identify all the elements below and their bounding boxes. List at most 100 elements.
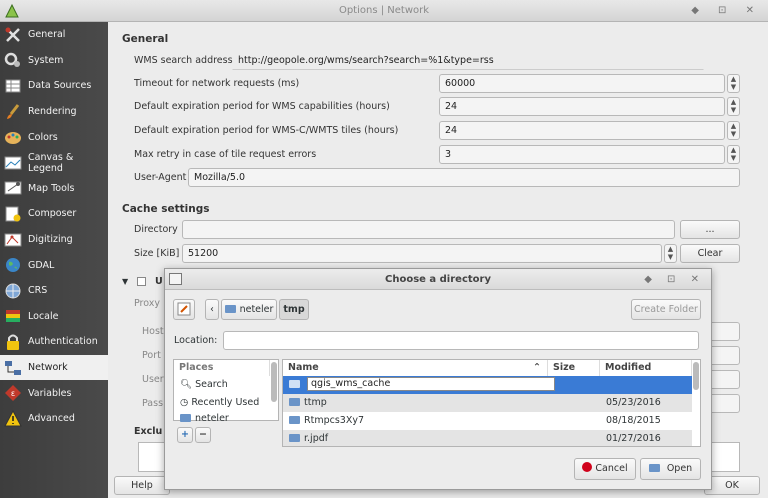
sidebar-item-label: Composer (28, 208, 77, 220)
tools-icon (5, 27, 20, 42)
sidebar-item-label: Variables (28, 387, 72, 399)
sidebar-item-rendering[interactable]: Rendering (0, 99, 108, 125)
sidebar-item-general[interactable]: General (0, 22, 108, 48)
wms-expiration-spinner[interactable]: ▲ ▼ (727, 97, 740, 116)
column-name[interactable]: Name ⌃ (283, 360, 548, 376)
cache-size-spinner[interactable]: ▲ ▼ (664, 244, 677, 263)
open-folder-icon (648, 464, 660, 472)
wmts-expiration-spinner[interactable]: ▲ ▼ (727, 121, 740, 140)
use-proxy-checkbox[interactable] (137, 277, 146, 286)
places-scrollbar[interactable] (271, 362, 277, 402)
folder-icon (289, 398, 300, 406)
digitizing-icon (4, 233, 22, 247)
timeout-spinner[interactable]: ▲ ▼ (727, 74, 740, 93)
map-tools-icon (4, 181, 22, 195)
dialog-title: Choose a directory (385, 274, 491, 285)
help-button[interactable]: Help (114, 476, 170, 495)
type-location-button[interactable] (173, 299, 195, 320)
new-folder-name-input[interactable]: qgis_wms_cache (307, 377, 556, 391)
sidebar-item-system[interactable]: System (0, 48, 108, 74)
place-search[interactable]: 🔍︎ Search (174, 376, 270, 394)
sort-chevron-icon: ⌃ (533, 362, 541, 373)
sidebar-item-label: Data Sources (28, 80, 92, 92)
folder-icon (289, 416, 300, 424)
column-size[interactable]: Size (548, 360, 600, 376)
dialog-window-controls[interactable]: ◆ ⊡ ✕ (644, 269, 705, 290)
use-proxy-label: U (155, 276, 163, 287)
network-icon (5, 360, 21, 375)
proxy-password-label: Pass (142, 398, 164, 409)
open-button[interactable]: Open (640, 458, 701, 480)
file-row-r-jpdf[interactable]: r.jpdf 01/27/2016 (283, 430, 692, 446)
sidebar-item-locale[interactable]: Locale (0, 304, 108, 330)
cache-directory-input[interactable] (182, 220, 675, 239)
places-panel: Places 🔍︎ Search ◷ Recently Used neteler (173, 359, 279, 422)
choose-directory-dialog: Choose a directory ◆ ⊡ ✕ ‹ neteler tmp C… (164, 268, 712, 490)
max-retry-input[interactable]: 3 (439, 145, 725, 164)
brush-icon (7, 103, 20, 119)
plus-icon: + (181, 429, 189, 440)
warning-icon (4, 409, 22, 427)
timeout-label: Timeout for network requests (ms) (134, 78, 300, 89)
variables-icon: ε (5, 385, 21, 402)
place-neteler[interactable]: neteler (174, 412, 270, 422)
clear-cache-button[interactable]: Clear (680, 244, 740, 263)
place-recently-used[interactable]: ◷ Recently Used (174, 394, 270, 412)
sidebar-item-label: System (28, 54, 64, 66)
sidebar-item-variables[interactable]: ε Variables (0, 380, 108, 406)
location-input[interactable] (223, 331, 699, 350)
cancel-button[interactable]: Cancel (574, 458, 636, 480)
remove-place-button[interactable]: − (195, 427, 211, 443)
sidebar-item-authentication[interactable]: Authentication (0, 329, 108, 355)
crumb-tmp[interactable]: tmp (279, 299, 309, 320)
file-list-panel: Name ⌃ Size Modified qgis_wms_cache ttmp … (282, 359, 701, 447)
crumb-back-button[interactable]: ‹ (205, 299, 219, 320)
window-title: Options | Network (338, 5, 430, 16)
add-place-button[interactable]: + (177, 427, 193, 443)
sidebar-item-network[interactable]: Network (0, 354, 108, 381)
file-row-rtmpcs3xy7[interactable]: Rtmpcs3Xy7 08/18/2015 (283, 412, 692, 430)
file-row-ttmp[interactable]: ttmp 05/23/2016 (283, 394, 692, 412)
sidebar-item-data-sources[interactable]: Data Sources (0, 73, 108, 99)
user-agent-input[interactable]: Mozilla/5.0 (188, 168, 740, 187)
column-modified[interactable]: Modified (600, 360, 692, 376)
sidebar-item-composer[interactable]: Composer (0, 201, 108, 227)
sidebar-item-label: Network (28, 362, 68, 374)
proxy-host-label: Host (142, 326, 164, 337)
sidebar-item-digitizing[interactable]: Digitizing (0, 227, 108, 253)
proxy-expand-icon[interactable]: ▼ (122, 277, 128, 286)
sidebar-item-advanced[interactable]: Advanced (0, 406, 108, 432)
cache-size-input[interactable]: 51200 (182, 244, 662, 263)
composer-icon (5, 206, 21, 222)
sidebar-item-map-tools[interactable]: Map Tools (0, 176, 108, 202)
browse-button[interactable]: ... (680, 220, 740, 239)
create-folder-button[interactable]: Create Folder (631, 299, 701, 320)
max-retry-spinner[interactable]: ▲ ▼ (727, 145, 740, 164)
flag-icon (6, 310, 20, 323)
proxy-user-label: User (142, 374, 164, 385)
pencil-icon (177, 302, 191, 316)
sidebar-item-label: Colors (28, 131, 58, 143)
window-controls[interactable]: ◆ ⊡ ✕ (691, 0, 762, 22)
new-folder-row[interactable]: qgis_wms_cache (283, 376, 692, 394)
wms-expiration-input[interactable]: 24 (439, 97, 725, 116)
crumb-neteler[interactable]: neteler (221, 299, 277, 320)
timeout-input[interactable]: 60000 (439, 74, 725, 93)
wms-search-input[interactable]: http://geopole.org/wms/search?search=%1&… (232, 51, 704, 70)
sidebar-item-colors[interactable]: Colors (0, 124, 108, 150)
sidebar-item-gdal[interactable]: GDAL (0, 252, 108, 278)
sidebar-item-crs[interactable]: CRS (0, 278, 108, 304)
file-list-scrollbar[interactable] (693, 362, 699, 390)
search-icon: 🔍︎ (180, 379, 193, 390)
palette-icon (5, 132, 21, 145)
column-label: Name (288, 362, 319, 373)
sidebar-item-canvas-legend[interactable]: Canvas & Legend (0, 150, 108, 176)
proxy-port-label: Port (142, 350, 161, 361)
ok-button[interactable]: OK (704, 476, 760, 495)
table-icon (5, 79, 21, 93)
exclude-urls-label: Exclu (134, 426, 163, 437)
wmts-expiration-input[interactable]: 24 (439, 121, 725, 140)
places-header: Places (174, 360, 270, 376)
sidebar-item-label: General (28, 29, 66, 41)
dialog-window-icon (169, 273, 182, 285)
